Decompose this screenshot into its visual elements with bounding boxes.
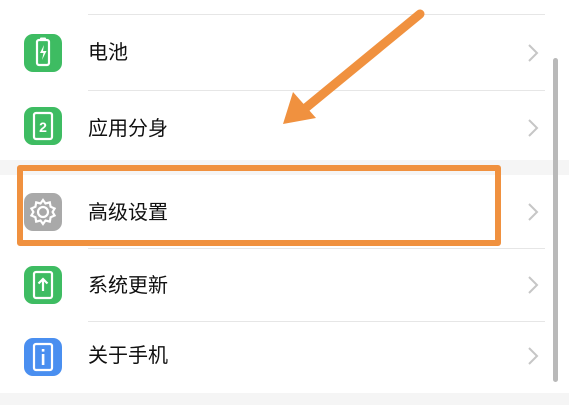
- settings-item-label: 系统更新: [88, 273, 168, 297]
- about-phone-icon: [24, 338, 62, 376]
- chevron-right-icon: [528, 203, 539, 221]
- chevron-right-icon: [528, 119, 539, 137]
- app-clone-icon: 2: [24, 107, 62, 145]
- settings-item-label: 应用分身: [88, 116, 168, 140]
- chevron-right-icon: [528, 347, 539, 365]
- settings-item-about-phone[interactable]: 关于手机: [0, 321, 569, 393]
- chevron-right-icon: [528, 44, 539, 62]
- settings-group-top: 电池 2 应用分身: [0, 0, 569, 160]
- battery-icon: [24, 34, 62, 72]
- highlight-box: [17, 165, 501, 246]
- chevron-right-icon: [528, 276, 539, 294]
- scrollbar[interactable]: [553, 58, 558, 382]
- settings-item-label: 关于手机: [88, 343, 168, 367]
- settings-item-battery[interactable]: 电池: [0, 17, 569, 89]
- row-divider: [88, 14, 545, 15]
- settings-screen: 电池 2 应用分身 高级设置 系统更新 关于手机: [0, 0, 569, 405]
- settings-item-system-update[interactable]: 系统更新: [0, 248, 569, 320]
- svg-text:2: 2: [39, 119, 47, 135]
- settings-item-label: 电池: [88, 40, 128, 64]
- settings-item-app-clone[interactable]: 2 应用分身: [0, 90, 569, 162]
- system-update-icon: [24, 266, 62, 304]
